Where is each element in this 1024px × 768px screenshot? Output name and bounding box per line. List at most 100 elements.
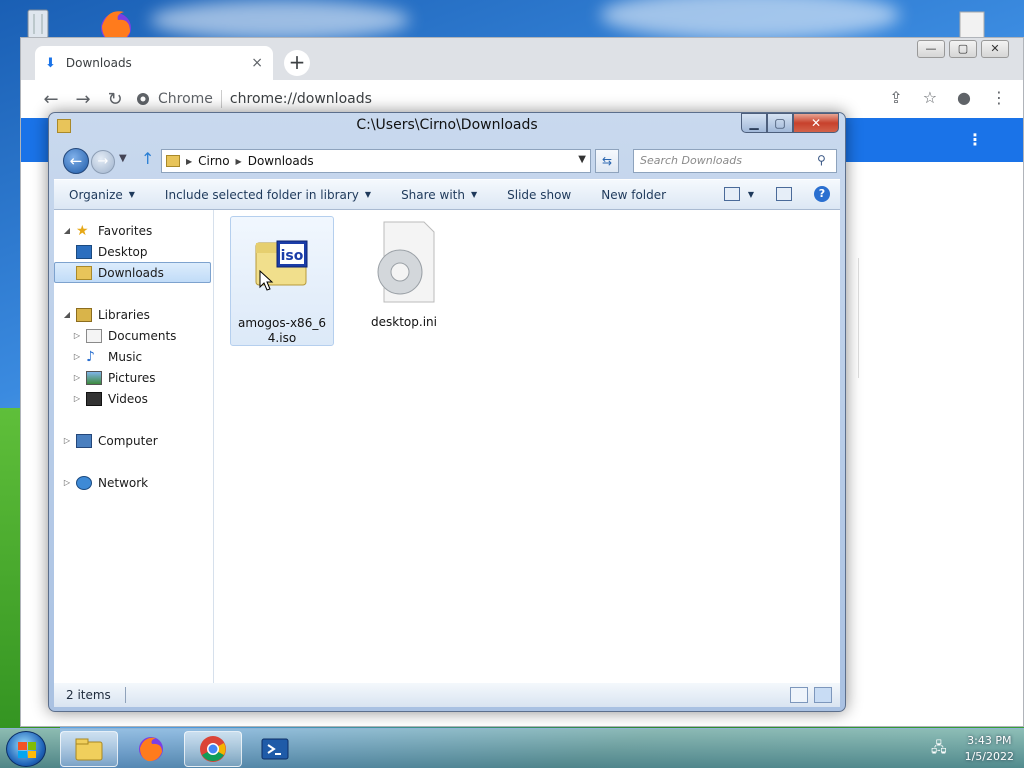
toolbar-actions: ⇪ ☆ ● ⋮ bbox=[889, 88, 1007, 107]
tab-downloads[interactable]: ⬇ Downloads × bbox=[35, 46, 273, 80]
breadcrumb-item[interactable]: Cirno bbox=[198, 154, 229, 168]
tree-label: Pictures bbox=[108, 370, 156, 385]
taskbar: 🖧 3:43 PM 1/5/2022 bbox=[0, 728, 1024, 768]
slide-show-button[interactable]: Slide show bbox=[492, 188, 586, 202]
file-list: iso amogos-x86_64.iso desktop.ini bbox=[214, 210, 840, 683]
start-button[interactable] bbox=[6, 731, 46, 767]
minimize-button[interactable]: — bbox=[917, 40, 945, 58]
site-chip[interactable]: Chrome bbox=[136, 91, 213, 107]
search-icon[interactable]: ⚲ bbox=[817, 153, 826, 167]
tree-label: Videos bbox=[108, 391, 148, 406]
close-button[interactable]: ✕ bbox=[981, 40, 1009, 58]
chrome-menu-icon[interactable]: ⋮ bbox=[991, 88, 1007, 107]
taskbar-firefox[interactable] bbox=[122, 731, 180, 767]
breadcrumb-separator-icon[interactable]: ▶ bbox=[236, 157, 242, 166]
tree-documents[interactable]: ▷ Documents bbox=[54, 325, 213, 346]
maximize-button[interactable]: ▢ bbox=[767, 113, 793, 133]
file-item[interactable]: desktop.ini bbox=[352, 216, 456, 336]
tree-libraries[interactable]: ◢ Libraries bbox=[54, 304, 213, 325]
explorer-window: C:\Users\Cirno\Downloads ▁ ▢ ✕ ← → ▼ ↑ ▶… bbox=[48, 112, 846, 712]
search-input[interactable]: Search Downloads bbox=[633, 149, 837, 173]
collapsed-arrow-icon[interactable]: ▷ bbox=[72, 394, 82, 403]
chevron-down-icon: ▼ bbox=[364, 190, 372, 199]
maximize-button[interactable]: ▢ bbox=[949, 40, 977, 58]
tree-music[interactable]: ▷ ♪ Music bbox=[54, 346, 213, 367]
collapsed-arrow-icon[interactable]: ▷ bbox=[72, 373, 82, 382]
large-icons-view-icon[interactable] bbox=[814, 687, 832, 703]
expand-arrow-icon[interactable]: ◢ bbox=[62, 226, 72, 235]
tree-downloads[interactable]: Downloads bbox=[54, 262, 211, 283]
clock[interactable]: 3:43 PM 1/5/2022 bbox=[965, 733, 1014, 765]
network-tray-icon[interactable]: 🖧 bbox=[931, 737, 947, 761]
status-bar: 2 items bbox=[54, 683, 840, 707]
music-icon: ♪ bbox=[86, 348, 95, 365]
tree-network[interactable]: ▷ Network bbox=[54, 472, 213, 493]
breadcrumb-item[interactable]: Downloads bbox=[248, 154, 314, 168]
close-button[interactable]: ✕ bbox=[793, 113, 839, 133]
tree-desktop[interactable]: Desktop bbox=[54, 241, 213, 262]
tab-close-icon[interactable]: × bbox=[251, 55, 263, 71]
reload-icon[interactable]: ↻ bbox=[99, 89, 131, 110]
new-tab-button[interactable]: + bbox=[284, 50, 310, 76]
forward-button[interactable]: → bbox=[91, 150, 115, 174]
organize-button[interactable]: Organize ▼ bbox=[54, 188, 150, 202]
expand-arrow-icon[interactable]: ◢ bbox=[62, 310, 72, 319]
chrome-icon bbox=[200, 736, 226, 762]
clock-date: 1/5/2022 bbox=[964, 750, 1014, 763]
libraries-icon bbox=[76, 307, 92, 322]
tree-computer[interactable]: ▷ Computer bbox=[54, 430, 213, 451]
chrome-window-controls: — ▢ ✕ bbox=[917, 40, 1009, 58]
new-folder-button[interactable]: New folder bbox=[586, 188, 681, 202]
collapsed-arrow-icon[interactable]: ▷ bbox=[72, 352, 82, 361]
share-icon[interactable]: ⇪ bbox=[889, 88, 902, 107]
breadcrumb-separator-icon[interactable]: ▶ bbox=[186, 157, 192, 166]
tree-videos[interactable]: ▷ Videos bbox=[54, 388, 213, 409]
back-button[interactable]: ← bbox=[63, 148, 89, 174]
bookmark-star-icon[interactable]: ☆ bbox=[923, 88, 937, 107]
omnibox-divider bbox=[220, 90, 222, 108]
taskbar-powershell[interactable] bbox=[246, 731, 304, 767]
file-name: desktop.ini bbox=[371, 315, 437, 329]
network-icon bbox=[76, 475, 92, 490]
tree-label: Music bbox=[108, 349, 143, 364]
address-bar[interactable]: ▶ Cirno ▶ Downloads ▼ bbox=[161, 149, 591, 173]
status-divider bbox=[124, 687, 126, 703]
refresh-button[interactable]: ⇆ bbox=[595, 149, 619, 173]
collapsed-arrow-icon[interactable]: ▷ bbox=[62, 436, 72, 445]
minimize-button[interactable]: ▁ bbox=[741, 113, 767, 133]
star-icon: ★ bbox=[76, 222, 89, 239]
help-icon[interactable]: ? bbox=[814, 186, 830, 202]
address-dropdown-icon[interactable]: ▼ bbox=[578, 154, 586, 165]
include-in-library-button[interactable]: Include selected folder in library ▼ bbox=[150, 188, 386, 202]
sky-cloud bbox=[600, 0, 900, 40]
firefox-icon bbox=[139, 737, 163, 762]
tree-pictures[interactable]: ▷ Pictures bbox=[54, 367, 213, 388]
videos-icon bbox=[86, 391, 102, 406]
omnibox[interactable]: Chrome chrome://downloads bbox=[136, 86, 876, 112]
taskbar-explorer[interactable] bbox=[60, 731, 118, 767]
include-label: Include selected folder in library bbox=[164, 187, 359, 202]
file-item[interactable]: iso amogos-x86_64.iso bbox=[230, 216, 334, 346]
download-icon: ⬇ bbox=[45, 55, 56, 71]
downloads-more-icon[interactable]: ⋮ bbox=[967, 130, 983, 149]
change-view-button[interactable]: ▼ bbox=[723, 187, 754, 201]
tree-favorites[interactable]: ◢ ★ Favorites bbox=[54, 220, 213, 241]
collapsed-arrow-icon[interactable]: ▷ bbox=[72, 331, 82, 340]
profile-avatar-icon[interactable]: ● bbox=[957, 88, 971, 107]
taskbar-chrome[interactable] bbox=[184, 731, 242, 767]
folder-icon bbox=[166, 155, 180, 167]
back-arrow-icon[interactable]: ← bbox=[35, 89, 67, 110]
preview-pane-icon[interactable] bbox=[776, 187, 792, 201]
up-folder-icon[interactable]: ↑ bbox=[141, 149, 154, 168]
url-text: chrome://downloads bbox=[229, 91, 372, 107]
view-controls: ▼ ? bbox=[723, 186, 830, 202]
item-count: 2 items bbox=[66, 688, 111, 702]
recent-pages-arrow-icon[interactable]: ▼ bbox=[119, 153, 127, 164]
forward-arrow-icon[interactable]: → bbox=[67, 89, 99, 110]
share-with-button[interactable]: Share with ▼ bbox=[386, 188, 492, 202]
status-view-buttons bbox=[790, 687, 832, 703]
collapsed-arrow-icon[interactable]: ▷ bbox=[62, 478, 72, 487]
windows-logo-icon bbox=[18, 742, 36, 758]
settings-file-icon bbox=[377, 221, 435, 303]
details-view-icon[interactable] bbox=[790, 687, 808, 703]
